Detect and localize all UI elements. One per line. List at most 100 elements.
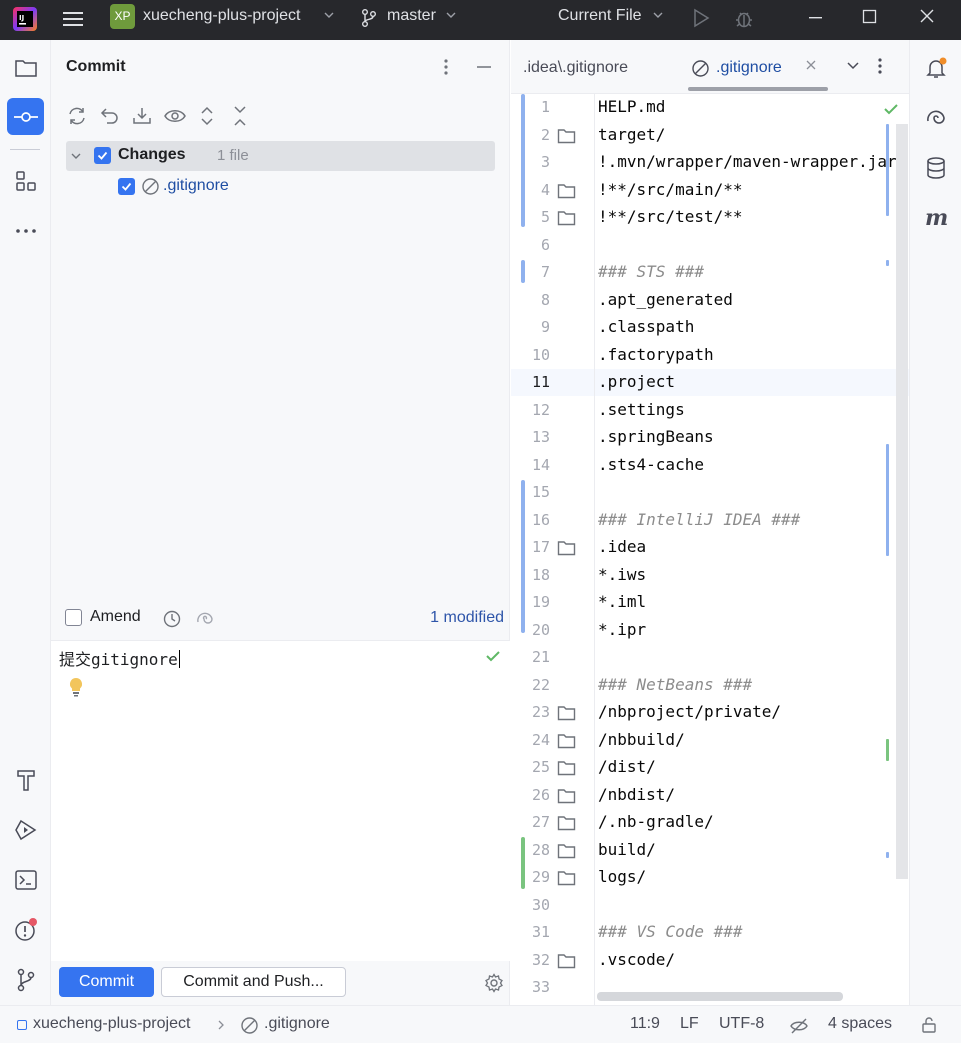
code-line[interactable]: 2 target/ — [511, 122, 909, 150]
code-line[interactable]: 16 ### IntelliJ IDEA ### — [511, 507, 909, 535]
minimize-window-icon[interactable] — [808, 7, 824, 31]
run-configuration[interactable]: Current File — [558, 7, 642, 25]
check-icon[interactable] — [883, 102, 899, 120]
code-line[interactable]: 22 ### NetBeans ### — [511, 672, 909, 700]
file-checkbox[interactable] — [118, 178, 135, 195]
changes-group-row[interactable]: Changes 1 file — [66, 141, 495, 171]
code-text[interactable]: *.iml — [598, 592, 646, 611]
project-badge[interactable]: XP — [110, 4, 135, 29]
history-icon[interactable] — [162, 609, 182, 633]
code-comment[interactable]: ### VS Code ### — [598, 922, 743, 941]
code-line[interactable]: 23/nbproject/private/ — [511, 699, 909, 727]
chevron-down-icon[interactable] — [845, 58, 861, 78]
code-comment[interactable]: ### STS ### — [598, 262, 704, 281]
code-text[interactable]: /nbdist/ — [598, 785, 675, 804]
code-line[interactable]: 3 !.mvn/wrapper/maven-wrapper.jar — [511, 149, 909, 177]
code-line[interactable]: 19 *.iml — [511, 589, 909, 617]
intellij-logo-icon[interactable]: IJ — [12, 6, 38, 32]
code-line[interactable]: 21 — [511, 644, 909, 672]
close-tab-icon[interactable] — [804, 58, 818, 76]
code-text[interactable]: .apt_generated — [598, 290, 733, 309]
terminal-icon[interactable] — [7, 861, 44, 898]
branch-name[interactable]: master — [387, 7, 436, 25]
tab-idea-gitignore[interactable]: .idea\.gitignore — [523, 59, 628, 77]
vertical-scrollbar[interactable] — [896, 124, 908, 879]
code-text[interactable]: /.nb-gradle/ — [598, 812, 714, 831]
code-line[interactable]: 4 !**/src/main/** — [511, 177, 909, 205]
code-line[interactable]: 14 .sts4-cache — [511, 452, 909, 480]
chevron-down-icon[interactable] — [445, 9, 457, 25]
code-text[interactable]: *.ipr — [598, 620, 646, 639]
build-icon[interactable] — [7, 761, 44, 798]
code-line[interactable]: 5 !**/src/test/** — [511, 204, 909, 232]
horizontal-scrollbar[interactable] — [597, 992, 843, 1001]
code-line[interactable]: 6 — [511, 232, 909, 260]
code-text[interactable]: /nbbuild/ — [598, 730, 685, 749]
more-icon[interactable] — [7, 212, 44, 249]
code-line[interactable]: 29 logs/ — [511, 864, 909, 892]
code-editor[interactable]: 1 HELP.md 2 target/3 !.mvn/wrapper/maven-wra… — [511, 94, 909, 1005]
code-text[interactable]: .settings — [598, 400, 685, 419]
project-name[interactable]: xuecheng-plus-project — [143, 7, 300, 25]
code-text[interactable]: .factorypath — [598, 345, 714, 364]
modified-link[interactable]: 1 modified — [430, 609, 504, 627]
code-text[interactable]: .classpath — [598, 317, 694, 336]
commit-message-input[interactable]: 提交gitignore — [51, 641, 510, 961]
code-line[interactable]: 17 .idea — [511, 534, 909, 562]
chevron-down-icon[interactable] — [69, 149, 83, 167]
commit-and-push-button[interactable]: Commit and Push... — [161, 967, 346, 997]
code-text[interactable]: !**/src/test/** — [598, 207, 743, 226]
code-line[interactable]: 32 .vscode/ — [511, 947, 909, 975]
code-line[interactable]: 26/nbdist/ — [511, 782, 909, 810]
code-text[interactable]: !**/src/main/** — [598, 180, 743, 199]
notifications-icon[interactable] — [917, 49, 954, 86]
code-line[interactable]: 30 — [511, 892, 909, 920]
indent-setting[interactable]: 4 spaces — [828, 1015, 892, 1033]
chevron-down-icon[interactable] — [323, 9, 335, 25]
code-line[interactable]: 11 .project — [511, 369, 909, 397]
problems-icon[interactable] — [7, 911, 44, 948]
changed-file-name[interactable]: .gitignore — [163, 177, 229, 195]
tab-gitignore[interactable]: .gitignore — [688, 56, 829, 92]
breadcrumb-project[interactable]: xuecheng-plus-project — [33, 1015, 190, 1033]
code-text[interactable]: build/ — [598, 840, 656, 859]
tab-label[interactable]: .gitignore — [716, 59, 782, 77]
hide-panel-icon[interactable] — [475, 58, 493, 80]
gear-icon[interactable] — [484, 973, 504, 997]
code-line[interactable]: 7 ### STS ### — [511, 259, 909, 287]
code-line[interactable]: 25/dist/ — [511, 754, 909, 782]
run-icon[interactable] — [690, 7, 712, 33]
code-line[interactable]: 9 .classpath — [511, 314, 909, 342]
code-text[interactable]: /dist/ — [598, 757, 656, 776]
more-options-icon[interactable] — [877, 57, 883, 79]
maximize-window-icon[interactable] — [862, 8, 878, 30]
code-text[interactable]: target/ — [598, 125, 665, 144]
main-menu-icon[interactable] — [62, 8, 84, 30]
refresh-icon[interactable] — [65, 104, 89, 128]
structure-icon[interactable] — [7, 162, 44, 199]
code-text[interactable]: HELP.md — [598, 97, 665, 116]
no-language-icon[interactable] — [789, 1016, 809, 1041]
lightbulb-icon[interactable] — [67, 676, 85, 702]
rollback-icon[interactable] — [98, 104, 122, 128]
amend-checkbox[interactable] — [65, 609, 82, 626]
code-line[interactable]: 27 /.nb-gradle/ — [511, 809, 909, 837]
ai-assistant-icon[interactable] — [917, 99, 954, 136]
code-line[interactable]: 31 ### VS Code ### — [511, 919, 909, 947]
code-line[interactable]: 20 *.ipr — [511, 617, 909, 645]
code-line[interactable]: 13 .springBeans — [511, 424, 909, 452]
code-text[interactable]: *.iws — [598, 565, 646, 584]
expand-all-icon[interactable] — [195, 104, 219, 128]
commit-message-text[interactable]: 提交gitignore — [59, 646, 180, 670]
file-encoding[interactable]: UTF-8 — [719, 1015, 764, 1033]
code-line[interactable]: 24/nbbuild/ — [511, 727, 909, 755]
git-icon[interactable] — [7, 961, 44, 998]
eye-icon[interactable] — [163, 104, 187, 128]
code-comment[interactable]: ### NetBeans ### — [598, 675, 752, 694]
database-icon[interactable] — [917, 149, 954, 186]
code-line[interactable]: 10 .factorypath — [511, 342, 909, 370]
commit-icon[interactable] — [7, 98, 44, 135]
code-text[interactable]: .sts4-cache — [598, 455, 704, 474]
code-line[interactable]: 18 *.iws — [511, 562, 909, 590]
close-window-icon[interactable] — [918, 7, 936, 31]
